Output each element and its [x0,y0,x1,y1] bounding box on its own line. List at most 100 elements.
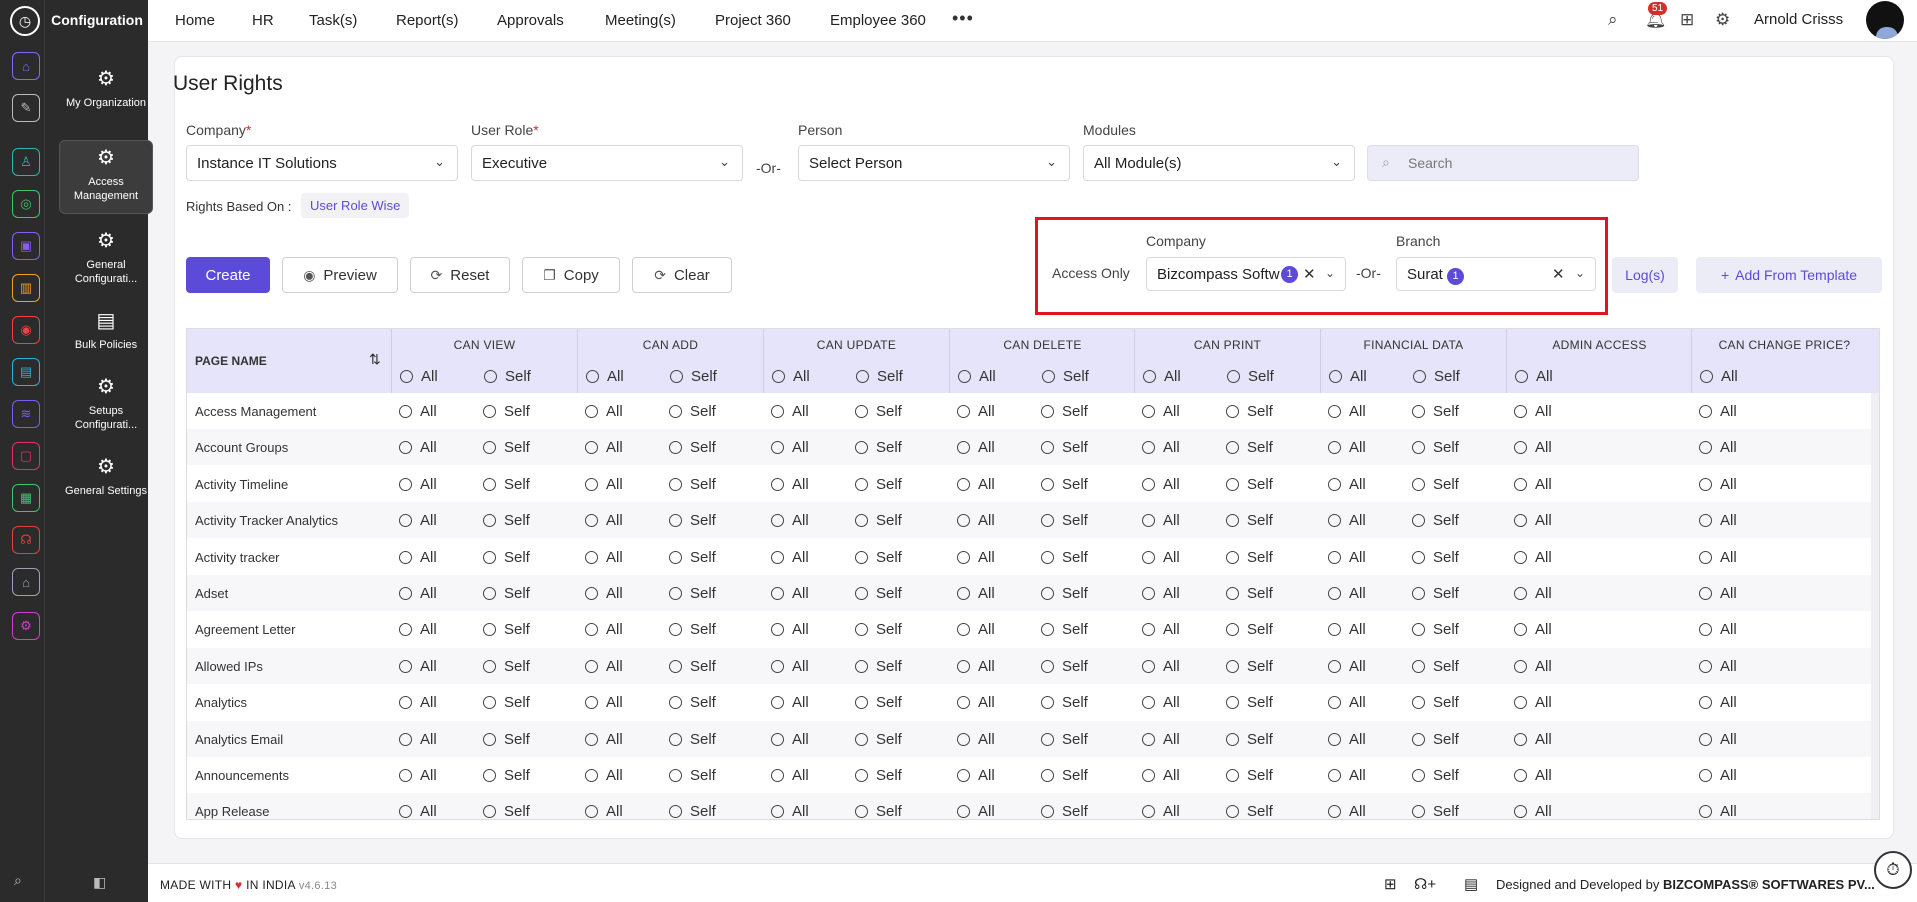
radio-all[interactable]: All [771,512,809,529]
access-company-select[interactable]: Bizcompass Softw 1 ✕ ⌄ [1146,257,1346,291]
radio-self[interactable]: Self [483,512,530,529]
radio-self[interactable]: Self [483,403,530,420]
radio-self[interactable]: Self [855,803,902,819]
search-icon[interactable]: ⌕ [14,872,22,889]
radio-self[interactable]: Self [1226,403,1273,420]
sidebar-item-setups-configuration[interactable]: ⚙ Setups Configurati... [59,370,153,436]
radio-self[interactable]: Self [1412,621,1459,638]
radio-all[interactable]: All [771,767,809,784]
radio-all[interactable]: All [1328,439,1366,456]
radio-self[interactable]: Self [1041,476,1088,493]
radio-self[interactable]: Self [1412,767,1459,784]
people-icon[interactable]: ♙ [12,148,40,176]
sort-icon[interactable]: ⇅ [369,351,381,368]
clear-branch-icon[interactable]: ✕ [1552,265,1565,283]
company-select[interactable]: Instance IT Solutions ⌄ [186,145,458,181]
radio-self[interactable]: Self [855,767,902,784]
radio-self[interactable]: Self [1412,585,1459,602]
layers-icon[interactable]: ≋ [12,400,40,428]
radio-all[interactable]: All [1514,476,1552,493]
radio-all[interactable]: All [585,512,623,529]
radio-self[interactable]: Self [1226,731,1273,748]
radio-all[interactable]: All [1328,549,1366,566]
radio-all[interactable]: All [1699,403,1737,420]
monitor-icon[interactable]: ▢ [12,442,40,470]
radio-all[interactable]: All [1699,621,1737,638]
support-icon[interactable]: ☊+ [1414,875,1436,893]
radio-all[interactable]: All [957,803,995,819]
header-radio-self[interactable]: Self [670,368,717,385]
radio-self[interactable]: Self [1226,549,1273,566]
sidebar-item-bulk-policies[interactable]: ▤ Bulk Policies [59,304,153,356]
radio-all[interactable]: All [585,476,623,493]
radio-all[interactable]: All [1328,803,1366,819]
radio-all[interactable]: All [399,694,437,711]
radio-all[interactable]: All [1514,439,1552,456]
radio-all[interactable]: All [585,731,623,748]
radio-all[interactable]: All [1514,767,1552,784]
radio-self[interactable]: Self [1226,694,1273,711]
header-radio-all[interactable]: All [1329,368,1367,385]
radio-all[interactable]: All [1514,658,1552,675]
header-radio-all[interactable]: All [772,368,810,385]
radio-self[interactable]: Self [669,439,716,456]
radio-all[interactable]: All [585,803,623,819]
briefcase-icon[interactable]: ▣ [12,232,40,260]
radio-self[interactable]: Self [855,403,902,420]
radio-all[interactable]: All [1142,476,1180,493]
radio-all[interactable]: All [585,549,623,566]
radio-self[interactable]: Self [483,694,530,711]
radio-all[interactable]: All [399,476,437,493]
radio-self[interactable]: Self [1226,585,1273,602]
radio-all[interactable]: All [1328,658,1366,675]
radio-self[interactable]: Self [855,512,902,529]
header-radio-self[interactable]: Self [484,368,531,385]
nav-employee-360[interactable]: Employee 360 [830,12,926,29]
search-icon[interactable]: ⌕ [1608,10,1618,30]
sidebar-item-general-configuration[interactable]: ⚙ General Configurati... [59,224,153,290]
app-logo-icon[interactable]: ◷ [10,6,40,36]
radio-all[interactable]: All [1699,439,1737,456]
docs-icon[interactable]: ▤ [1464,875,1478,893]
radio-all[interactable]: All [771,585,809,602]
header-radio-all[interactable]: All [1143,368,1181,385]
radio-all[interactable]: All [1142,403,1180,420]
user-name[interactable]: Arnold Crisss [1754,11,1843,28]
radio-all[interactable]: All [1142,731,1180,748]
radio-self[interactable]: Self [669,476,716,493]
header-radio-self[interactable]: Self [1227,368,1274,385]
radio-self[interactable]: Self [855,731,902,748]
radio-all[interactable]: All [1699,803,1737,819]
pin-icon[interactable]: ✎ [12,94,40,122]
header-radio-all[interactable]: All [1700,368,1738,385]
radio-self[interactable]: Self [1041,767,1088,784]
radio-self[interactable]: Self [669,658,716,675]
radio-self[interactable]: Self [855,549,902,566]
radio-all[interactable]: All [957,403,995,420]
radio-all[interactable]: All [771,621,809,638]
radio-self[interactable]: Self [1041,403,1088,420]
radio-all[interactable]: All [1699,549,1737,566]
radio-all[interactable]: All [1328,512,1366,529]
radio-all[interactable]: All [399,512,437,529]
radio-all[interactable]: All [399,731,437,748]
header-radio-all[interactable]: All [400,368,438,385]
radio-all[interactable]: All [1514,549,1552,566]
header-radio-self[interactable]: Self [856,368,903,385]
radio-all[interactable]: All [585,767,623,784]
reset-button[interactable]: ⟳ Reset [410,257,510,293]
timer-icon[interactable]: ⏱ [1874,851,1912,889]
radio-all[interactable]: All [1142,767,1180,784]
radio-all[interactable]: All [957,694,995,711]
sidebar-item-my-organization[interactable]: ⚙ My Organization [59,62,153,128]
radio-self[interactable]: Self [669,731,716,748]
radio-self[interactable]: Self [855,585,902,602]
radio-self[interactable]: Self [483,549,530,566]
radio-self[interactable]: Self [1226,439,1273,456]
radio-all[interactable]: All [771,439,809,456]
radio-all[interactable]: All [1699,658,1737,675]
house-icon[interactable]: ⌂ [12,568,40,596]
radio-self[interactable]: Self [1226,658,1273,675]
radio-all[interactable]: All [957,731,995,748]
radio-self[interactable]: Self [483,658,530,675]
